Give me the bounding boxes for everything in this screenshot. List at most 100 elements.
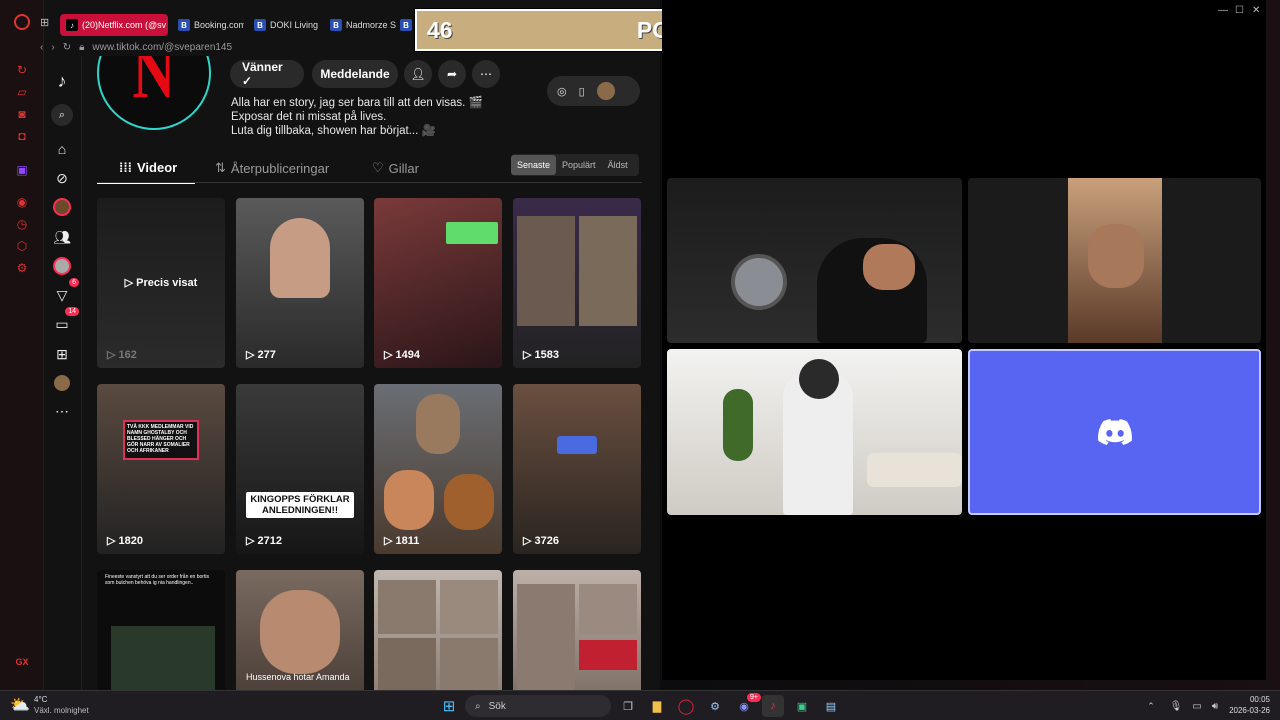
- tab-likes[interactable]: ♡ Gillar: [372, 160, 419, 176]
- explore-icon[interactable]: ⊘: [51, 167, 73, 189]
- tab-booking[interactable]: B Booking.com: [172, 14, 244, 36]
- video-tile[interactable]: [968, 178, 1261, 343]
- weather-desc[interactable]: Växl. molnighet: [34, 706, 89, 715]
- opera-icon[interactable]: ◯: [675, 695, 697, 717]
- inbox-icon[interactable]: ▽ 6: [51, 278, 79, 306]
- following-icon[interactable]: 👥︎: [51, 226, 73, 248]
- tray-chevron-icon[interactable]: ⌃: [1140, 695, 1162, 717]
- tab-search-icon[interactable]: ⊞: [40, 16, 49, 29]
- close-icon[interactable]: ✕: [1252, 5, 1260, 16]
- video-thumbnail[interactable]: TVÅ KKK MEDLEMMAR VID NAMN GHOSTALBY OCH…: [97, 384, 225, 554]
- tab-label: Booking.com: [194, 20, 244, 30]
- mic-icon[interactable]: 🎙︎: [1165, 695, 1187, 717]
- profile-avatar[interactable]: [51, 255, 73, 277]
- phone-icon[interactable]: ▯: [579, 85, 585, 98]
- clock-time[interactable]: 00:05: [1230, 695, 1270, 704]
- maximize-icon[interactable]: ☐: [1235, 5, 1244, 16]
- search-icon[interactable]: ⌕: [51, 104, 73, 126]
- user-avatar[interactable]: [596, 82, 615, 100]
- history-icon[interactable]: ↻: [12, 60, 32, 80]
- video-thumbnail[interactable]: [513, 570, 641, 690]
- video-tile[interactable]: [667, 178, 962, 343]
- player-icon[interactable]: ◉: [12, 192, 32, 212]
- clock-date[interactable]: 2026-03-26: [1222, 706, 1270, 715]
- settings-icon[interactable]: ⚙: [12, 258, 32, 278]
- discord-avatar-tile[interactable]: [968, 349, 1261, 515]
- account-avatar[interactable]: [51, 372, 73, 394]
- tab-nadmorze[interactable]: B Nadmorze S: [324, 14, 396, 36]
- weather-icon[interactable]: ⛅: [10, 695, 30, 715]
- messages-icon[interactable]: ▭ 14: [51, 307, 79, 335]
- discord-taskbar-icon[interactable]: ◉ 9+: [733, 693, 761, 717]
- compass-icon[interactable]: ◎: [557, 85, 567, 98]
- app-icon[interactable]: ▣: [791, 695, 813, 717]
- video-thumbnail[interactable]: ▷ 1583: [513, 198, 641, 368]
- windows-taskbar: ⛅ 4°C Växl. molnighet ⊞ ⌕ Sök ❐ ▇ ◯ ⚙ ◉ 9…: [0, 690, 1280, 720]
- messages-badge: 14: [65, 307, 79, 316]
- chat-bubble: [446, 222, 498, 244]
- tab-doki[interactable]: B DOKI Living: [248, 14, 320, 36]
- tiktok-favicon-icon: ♪: [66, 19, 78, 31]
- start-icon[interactable]: ⊞: [438, 695, 460, 717]
- reload-icon[interactable]: ↻: [63, 42, 71, 53]
- tab-netflix-tiktok[interactable]: ♪ (20)Netflix.com (@sv: [60, 14, 168, 36]
- sort-latest[interactable]: Senaste: [511, 155, 557, 175]
- view-count: ▷ 277: [246, 348, 276, 362]
- file-explorer-icon[interactable]: ▇: [646, 695, 668, 717]
- thumb-cap: [799, 359, 839, 399]
- notepad-icon[interactable]: ▤: [820, 695, 842, 717]
- video-tile[interactable]: [667, 349, 962, 515]
- view-count: ▷ 162: [107, 348, 137, 362]
- minimize-icon[interactable]: —: [1218, 5, 1228, 16]
- cube-icon[interactable]: ⬡: [12, 236, 32, 256]
- messenger-icon[interactable]: ◙: [12, 104, 32, 124]
- more-icon[interactable]: ⋯: [51, 400, 73, 422]
- friends-button[interactable]: Vänner ✓: [230, 60, 304, 88]
- video-thumbnail[interactable]: Hussenova hotar Amanda: [236, 570, 364, 690]
- video-thumbnail[interactable]: ▷ 277: [236, 198, 364, 368]
- add-friend-icon[interactable]: 👤︎: [404, 60, 432, 88]
- play-icon: ▷: [246, 535, 255, 547]
- more-options-icon[interactable]: ⋯: [472, 60, 500, 88]
- opera-browser-window: ↻ ▱ ◙ ◘ ▣ ◉ ◷ ⬡ ⚙ GX ⊞ ♪ (20)Netflix.com…: [0, 0, 660, 690]
- share-icon[interactable]: ➦: [438, 60, 466, 88]
- upload-icon[interactable]: ⊞: [51, 343, 73, 365]
- video-thumbnail[interactable]: KINGOPPS FÖRKLAR ANLEDNINGEN!! ▷ 2712: [236, 384, 364, 554]
- video-thumbnail[interactable]: Fineeste vanstyrt att du ser order från …: [97, 570, 225, 690]
- video-thumbnail[interactable]: ▷ Precis visat ▷ 162: [97, 198, 225, 368]
- sort-popular[interactable]: Populärt: [556, 155, 602, 175]
- message-button[interactable]: Meddelande: [312, 60, 398, 88]
- steam-icon[interactable]: ⚙: [704, 695, 726, 717]
- tiktok-logo-icon[interactable]: ♪: [51, 70, 73, 92]
- video-thumbnail[interactable]: ▷ 3726: [513, 384, 641, 554]
- tiktok-taskbar-icon[interactable]: ♪: [762, 695, 784, 717]
- back-icon[interactable]: ‹: [40, 42, 43, 53]
- gx-icon[interactable]: GX: [12, 652, 32, 672]
- thumb-panel: [440, 638, 498, 690]
- url-text[interactable]: www.tiktok.com/@sveparen145: [92, 42, 232, 53]
- thumb-face: [1088, 224, 1144, 288]
- tab-reposts[interactable]: ⇅ Återpubliceringar: [215, 160, 329, 176]
- twitch-icon[interactable]: ▣: [12, 160, 32, 180]
- sort-oldest[interactable]: Äldst: [602, 155, 634, 175]
- bag-icon[interactable]: ▱: [12, 82, 32, 102]
- video-caption: KINGOPPS FÖRKLAR ANLEDNINGEN!!: [246, 492, 354, 518]
- tab-videos[interactable]: ⁞⁞⁞ Videor: [119, 160, 177, 175]
- tab-booking-more[interactable]: B: [400, 14, 414, 36]
- opera-sidebar: ↻ ▱ ◙ ◘ ▣ ◉ ◷ ⬡ ⚙ GX: [0, 0, 44, 690]
- home-icon[interactable]: ⌂: [51, 138, 73, 160]
- clock-icon[interactable]: ◷: [12, 214, 32, 234]
- task-view-icon[interactable]: ❐: [617, 695, 639, 717]
- device-pill[interactable]: ◎ ▯: [547, 76, 640, 106]
- tab-label: (20)Netflix.com (@sv: [82, 20, 167, 30]
- thumb-dog: [384, 470, 434, 530]
- instagram-icon[interactable]: ◘: [12, 126, 32, 146]
- video-thumbnail[interactable]: [374, 570, 502, 690]
- taskbar-search[interactable]: ⌕ Sök: [465, 695, 611, 717]
- video-thumbnail[interactable]: ▷ 1494: [374, 198, 502, 368]
- video-thumbnail[interactable]: ▷ 1811: [374, 384, 502, 554]
- booking-favicon-icon: B: [330, 19, 342, 31]
- weather-temp[interactable]: 4°C: [34, 695, 47, 704]
- forward-icon[interactable]: ›: [51, 42, 54, 53]
- live-avatar[interactable]: [51, 196, 73, 218]
